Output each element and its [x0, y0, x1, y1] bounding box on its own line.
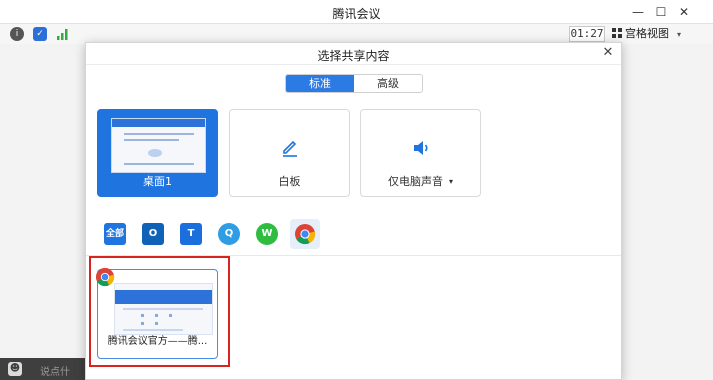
- share-mode-tabs: 标准 高级: [285, 74, 423, 93]
- audio-label-text: 仅电脑声音: [387, 175, 443, 188]
- grid-icon: [612, 28, 622, 38]
- filter-chrome[interactable]: [290, 219, 320, 249]
- tab-standard[interactable]: 标准: [286, 75, 354, 92]
- chat-input-bar[interactable]: ☻ 说点什么...: [0, 358, 86, 380]
- title-bar: 腾讯会议 — ☐ ✕: [0, 0, 713, 24]
- dialog-close-icon[interactable]: ✕: [601, 46, 615, 60]
- all-apps-icon: 全部: [104, 223, 126, 245]
- source-label-whiteboard: 白板: [278, 175, 301, 188]
- filter-qq-browser[interactable]: Q: [214, 219, 244, 249]
- highlight-box: [89, 256, 230, 367]
- dialog-header: 选择共享内容 ✕: [86, 43, 621, 65]
- maximize-button[interactable]: ☐: [651, 3, 671, 21]
- pen-icon: [283, 140, 297, 157]
- tab-advanced[interactable]: 高级: [354, 75, 422, 92]
- shield-icon[interactable]: ✓: [33, 27, 47, 41]
- desktop-thumbnail: [111, 118, 206, 173]
- close-button[interactable]: ✕: [674, 3, 694, 21]
- filter-tencent-docs[interactable]: T: [176, 219, 206, 249]
- grid-view-button[interactable]: 宫格视图 ▾: [612, 26, 708, 42]
- right-panel: [623, 44, 713, 380]
- emoji-icon[interactable]: ☻: [8, 362, 22, 376]
- caret-down-icon[interactable]: ▾: [449, 177, 453, 186]
- filter-outlook[interactable]: O: [138, 219, 168, 249]
- info-icon[interactable]: i: [10, 27, 24, 41]
- window-title: 腾讯会议: [332, 7, 381, 21]
- filter-wechat[interactable]: W: [252, 219, 282, 249]
- source-label-desktop: 桌面1: [143, 175, 172, 188]
- source-desktop-1[interactable]: 桌面1: [97, 109, 218, 197]
- signal-icon[interactable]: [56, 27, 70, 41]
- source-whiteboard[interactable]: 白板: [229, 109, 350, 197]
- speaker-icon: [414, 141, 428, 155]
- qq-browser-icon: Q: [218, 223, 240, 245]
- chrome-icon: [295, 224, 316, 245]
- grid-view-label: 宫格视图: [625, 27, 669, 40]
- minimize-button[interactable]: —: [628, 3, 648, 21]
- tencent-docs-icon: T: [180, 223, 202, 245]
- wechat-icon: W: [256, 223, 278, 245]
- source-computer-audio[interactable]: 仅电脑声音 ▾: [360, 109, 481, 197]
- meeting-timer: 01:27: [569, 26, 605, 42]
- outlook-icon: O: [142, 223, 164, 245]
- meeting-toolbar: i ✓ 01:27 宫格视图 ▾: [0, 24, 713, 44]
- chat-placeholder: 说点什么...: [40, 367, 70, 378]
- chevron-down-icon: ▾: [677, 30, 682, 39]
- source-label-audio[interactable]: 仅电脑声音 ▾: [361, 173, 480, 189]
- filter-all[interactable]: 全部: [100, 219, 130, 249]
- dialog-title: 选择共享内容: [317, 49, 390, 63]
